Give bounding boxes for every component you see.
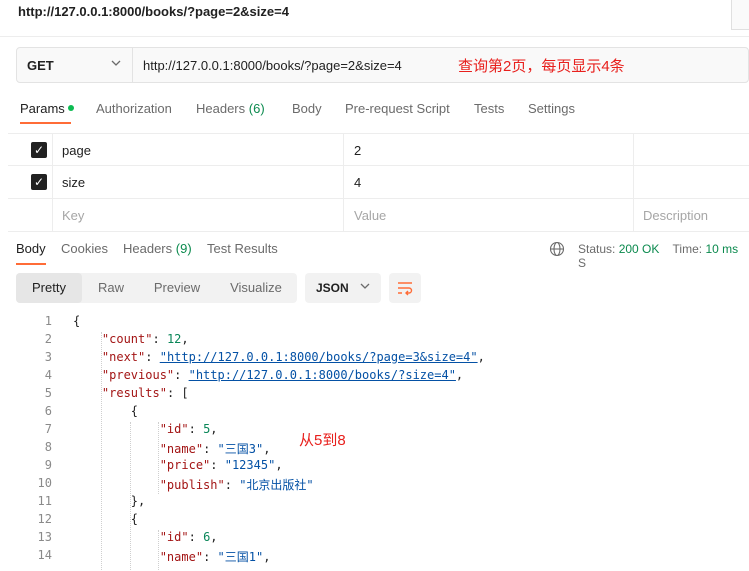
tab-authorization[interactable]: Authorization <box>96 101 172 116</box>
param-size-checkbox[interactable]: ✓ <box>31 174 47 190</box>
previous-page-link[interactable]: "http://127.0.0.1:8000/books/?size=4" <box>189 368 456 382</box>
response-tab-body[interactable]: Body <box>16 241 46 256</box>
param-new-description-input[interactable]: Description <box>643 208 708 223</box>
code-line: 6 { <box>44 404 139 418</box>
status-value[interactable]: 200 OK <box>619 242 660 256</box>
annotation-range: 从5到8 <box>299 432 346 449</box>
globe-icon[interactable] <box>549 241 565 257</box>
param-size-value[interactable]: 4 <box>354 175 361 190</box>
code-line: 10 "publish": "北京出版社" <box>37 476 314 492</box>
time-label: Time: <box>672 242 703 256</box>
param-new-key-input[interactable]: Key <box>62 208 84 223</box>
format-select[interactable]: JSON <box>305 273 381 303</box>
code-line: 8 "name": "三国3", <box>44 440 271 456</box>
status-label: Status: <box>578 242 616 256</box>
tab-prerequest-script[interactable]: Pre-request Script <box>345 101 450 116</box>
param-new-value-input[interactable]: Value <box>354 208 386 223</box>
tab-tests[interactable]: Tests <box>474 101 504 116</box>
code-line: 9 "price": "12345", <box>44 458 283 472</box>
param-row-size: ✓ size 4 <box>8 166 749 199</box>
code-line: 4 "previous": "http://127.0.0.1:8000/boo… <box>44 368 464 382</box>
response-tab-headers[interactable]: Headers (9) <box>123 241 192 256</box>
chevron-down-icon <box>359 280 371 295</box>
param-row-page: ✓ page 2 <box>8 133 749 166</box>
tab-body[interactable]: Body <box>292 101 322 116</box>
column-divider <box>52 133 53 232</box>
column-divider <box>633 133 634 232</box>
tab-settings[interactable]: Settings <box>528 101 575 116</box>
title-divider <box>0 36 749 37</box>
request-bar: GET http://127.0.0.1:8000/books/?page=2&… <box>16 47 749 83</box>
code-line: 13 "id": 6, <box>37 530 218 544</box>
wrap-lines-icon <box>398 282 413 296</box>
chevron-down-icon <box>110 57 122 72</box>
view-raw-button[interactable]: Raw <box>86 273 136 303</box>
tab-overflow-area <box>731 0 749 30</box>
next-page-link[interactable]: "http://127.0.0.1:8000/books/?page=3&siz… <box>160 350 478 364</box>
time-value[interactable]: 10 ms <box>705 242 738 256</box>
view-visualize-button[interactable]: Visualize <box>218 273 294 303</box>
param-page-checkbox[interactable]: ✓ <box>31 142 47 158</box>
param-size-key[interactable]: size <box>62 175 85 190</box>
param-page-key[interactable]: page <box>62 143 91 158</box>
response-tab-test-results[interactable]: Test Results <box>207 241 278 256</box>
response-tab-headers-count: (9) <box>175 241 192 256</box>
tab-headers[interactable]: Headers (6) <box>196 101 265 116</box>
view-mode-group: Pretty Raw Preview Visualize <box>16 273 297 303</box>
tab-params-label: Params <box>20 101 65 116</box>
wrap-lines-button[interactable] <box>389 273 421 303</box>
response-tab-headers-label: Headers <box>123 241 173 256</box>
param-page-value[interactable]: 2 <box>354 143 361 158</box>
code-line: 3 "next": "http://127.0.0.1:8000/books/?… <box>44 350 485 364</box>
code-line: 5 "results": [ <box>44 386 189 400</box>
method-label: GET <box>27 58 54 73</box>
method-select[interactable]: GET <box>17 48 133 82</box>
code-line: 2 "count": 12, <box>44 332 189 346</box>
code-line: 14 "name": "三国1", <box>37 548 271 564</box>
tab-headers-label: Headers <box>196 101 246 116</box>
url-input[interactable]: http://127.0.0.1:8000/books/?page=2&size… <box>143 58 402 73</box>
active-response-tab-indicator <box>16 263 46 265</box>
code-line: 12 { <box>37 512 139 526</box>
tab-headers-count: (6) <box>248 101 265 116</box>
param-row-new: Key Value Description <box>8 199 749 232</box>
view-pretty-button[interactable]: Pretty <box>16 273 82 303</box>
annotation-page-query: 查询第2页，每页显示4条 <box>458 58 625 75</box>
column-divider <box>343 133 344 232</box>
format-label: JSON <box>316 281 349 295</box>
size-label: S <box>578 256 587 270</box>
code-line: 11 }, <box>37 494 146 508</box>
active-tab-indicator <box>20 122 71 124</box>
params-active-dot-icon <box>67 105 74 111</box>
window-url-title: http://127.0.0.1:8000/books/?page=2&size… <box>18 4 289 19</box>
response-status: Status: 200 OK Time: 10 ms S <box>578 242 749 270</box>
view-preview-button[interactable]: Preview <box>142 273 212 303</box>
tab-params[interactable]: Params <box>20 101 74 116</box>
code-line: 7 "id": 5, <box>44 422 218 436</box>
code-line: 1{ <box>44 314 81 328</box>
response-tab-cookies[interactable]: Cookies <box>61 241 108 256</box>
